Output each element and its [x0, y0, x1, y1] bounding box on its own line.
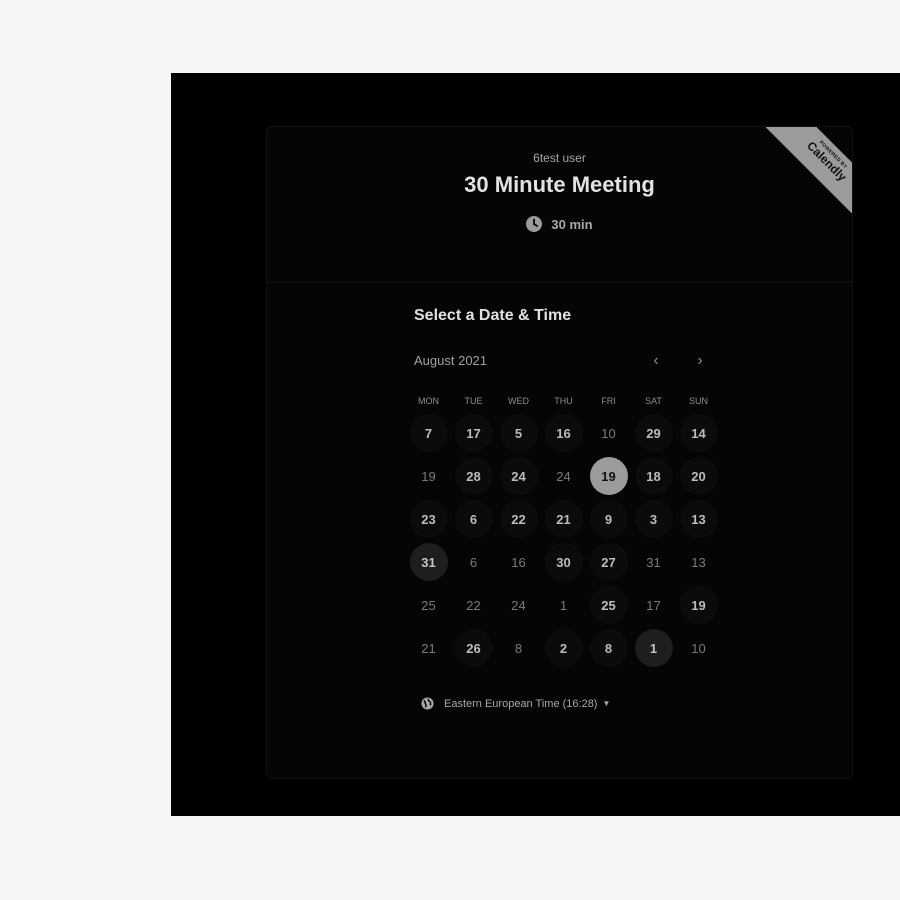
calendar-day[interactable]: 17 — [454, 414, 493, 452]
calendar-day[interactable]: 2 — [544, 629, 583, 667]
event-duration: 30 min — [267, 216, 852, 232]
calendar-day[interactable]: 26 — [454, 629, 493, 667]
weekday-label: THU — [554, 396, 573, 406]
chevron-right-icon[interactable]: › — [688, 349, 712, 373]
calendar-week: 19 28 24 24 19 18 20 — [406, 457, 721, 500]
calendar-day[interactable]: 30 — [544, 543, 583, 581]
month-label: August 2021 — [414, 353, 488, 368]
calendar-day[interactable]: 22 — [499, 500, 538, 538]
calendar-day: 21 — [421, 640, 436, 656]
calendar-day: 10 — [691, 640, 706, 656]
host-name: 6test user — [533, 151, 586, 165]
calendar-day[interactable]: 9 — [589, 500, 628, 538]
calendar-day[interactable]: 20 — [679, 457, 718, 495]
calendar-day: 17 — [646, 597, 661, 613]
calendar-day: 24 — [511, 597, 526, 613]
weekday-label: FRI — [601, 396, 616, 406]
calendar-week: 25 22 24 1 25 17 19 — [406, 586, 721, 629]
globe-icon — [421, 697, 434, 710]
calendar-day[interactable]: 13 — [679, 500, 718, 538]
calendar-day[interactable]: 24 — [499, 457, 538, 495]
embed-frame: POWERED BY Calendly 6test user 30 Minute… — [171, 73, 900, 816]
picker-title: Select a Date & Time — [414, 307, 572, 324]
selected-day[interactable]: 19 — [589, 457, 628, 495]
calendar-day[interactable]: 8 — [589, 629, 628, 667]
weekday-label: SAT — [645, 396, 662, 406]
weekday-label: TUE — [464, 396, 483, 406]
calendar-day: 13 — [691, 554, 706, 570]
date-picker: Select a Date & Time August 2021 ‹ › MON… — [409, 307, 718, 710]
calendar-day[interactable]: 16 — [544, 414, 583, 452]
duration-label: 30 min — [551, 216, 593, 232]
calendar-day: 1 — [559, 597, 568, 613]
calendar-day[interactable]: 19 — [679, 586, 718, 624]
calendar-day[interactable]: 7 — [409, 414, 448, 452]
calendar-day[interactable]: 18 — [634, 457, 673, 495]
calendar-day: 8 — [514, 640, 523, 656]
calendar-day[interactable]: 25 — [589, 586, 628, 624]
calendar-grid: 7 17 5 16 10 29 14 19 28 24 24 19 18 20 23 6 22 21 9 3 13 31 6… — [406, 414, 721, 672]
calendar-day[interactable]: 28 — [454, 457, 493, 495]
weekday-label: SUN — [688, 396, 708, 406]
calendar-day: 10 — [601, 425, 616, 441]
timezone-label: Eastern European Time (16:28) — [444, 697, 598, 710]
calendar-day: 6 — [469, 554, 478, 570]
calendar-week: 31 6 16 30 27 31 13 — [406, 543, 721, 586]
scheduling-card: POWERED BY Calendly 6test user 30 Minute… — [266, 126, 853, 779]
calendar-day[interactable]: 3 — [634, 500, 673, 538]
clock-icon — [526, 216, 543, 232]
calendar-day[interactable]: 1 — [634, 629, 673, 667]
calendar-week: 21 26 8 2 8 1 10 — [406, 629, 721, 672]
calendar-day: 25 — [421, 597, 436, 613]
calendar-week: 7 17 5 16 10 29 14 — [406, 414, 721, 457]
calendar-day[interactable]: 6 — [454, 500, 493, 538]
calendar-day: 31 — [646, 554, 661, 570]
event-header: 6test user 30 Minute Meeting 30 min — [267, 127, 852, 283]
timezone-selector[interactable]: Eastern European Time (16:28) ▼ — [421, 697, 610, 710]
calendar-day[interactable]: 27 — [589, 543, 628, 581]
calendar-day[interactable]: 14 — [679, 414, 718, 452]
weekday-header: MON TUE WED THU FRI SAT SUN — [406, 396, 721, 406]
caret-down-icon: ▼ — [602, 699, 611, 708]
calendar-day: 22 — [466, 597, 481, 613]
calendar-week: 23 6 22 21 9 3 13 — [406, 500, 721, 543]
calendar-day: 16 — [511, 554, 526, 570]
event-title: 30 Minute Meeting — [464, 172, 655, 197]
calendar-day[interactable]: 5 — [499, 414, 538, 452]
calendar-day[interactable]: 29 — [634, 414, 673, 452]
calendar-day[interactable]: 31 — [409, 543, 448, 581]
weekday-label: WED — [508, 396, 529, 406]
weekday-label: MON — [418, 396, 439, 406]
calendar-day: 19 — [421, 468, 436, 484]
calendar-day[interactable]: 21 — [544, 500, 583, 538]
calendar-day[interactable]: 23 — [409, 500, 448, 538]
chevron-left-icon[interactable]: ‹ — [644, 349, 668, 373]
month-navigation: August 2021 ‹ › — [414, 352, 714, 373]
calendar-day: 24 — [556, 468, 571, 484]
